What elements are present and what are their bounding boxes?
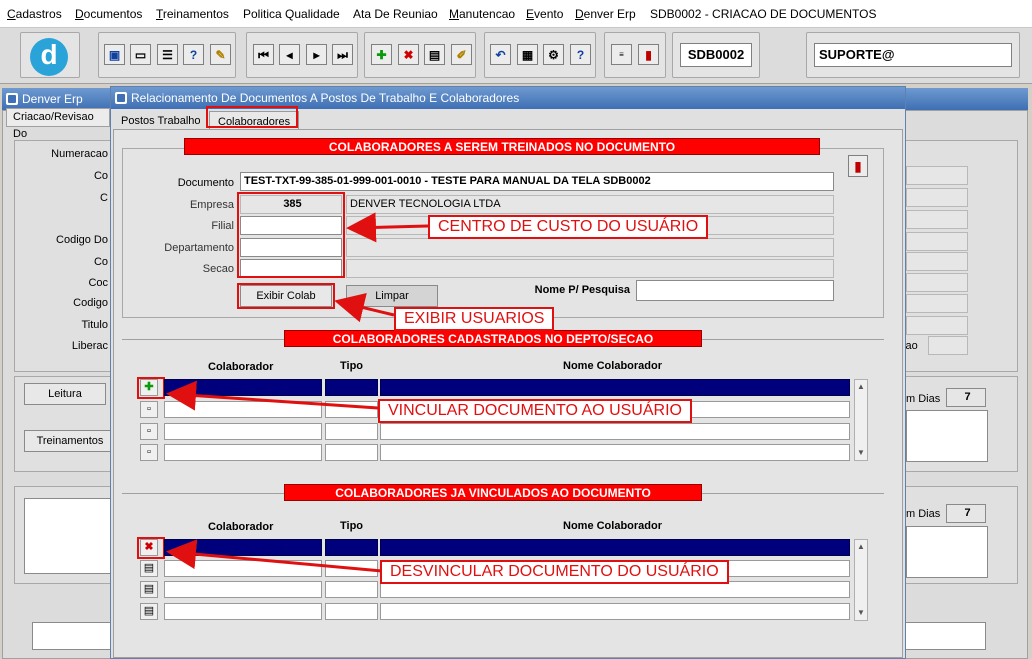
arrow-exibir bbox=[334, 293, 395, 323]
annotation-vincular: VINCULAR DOCUMENTO AO USUÁRIO bbox=[378, 399, 692, 423]
arrow-centro-custo bbox=[346, 212, 429, 243]
annotation-exibir-usuarios: EXIBIR USUARIOS bbox=[394, 307, 555, 331]
annotation-desvincular: DESVINCULAR DOCUMENTO DO USUÁRIO bbox=[380, 560, 729, 584]
arrow-vincular bbox=[166, 380, 379, 411]
arrow-desvincular bbox=[166, 539, 383, 573]
annotation-centro-custo: CENTRO DE CUSTO DO USUÁRIO bbox=[428, 215, 709, 239]
